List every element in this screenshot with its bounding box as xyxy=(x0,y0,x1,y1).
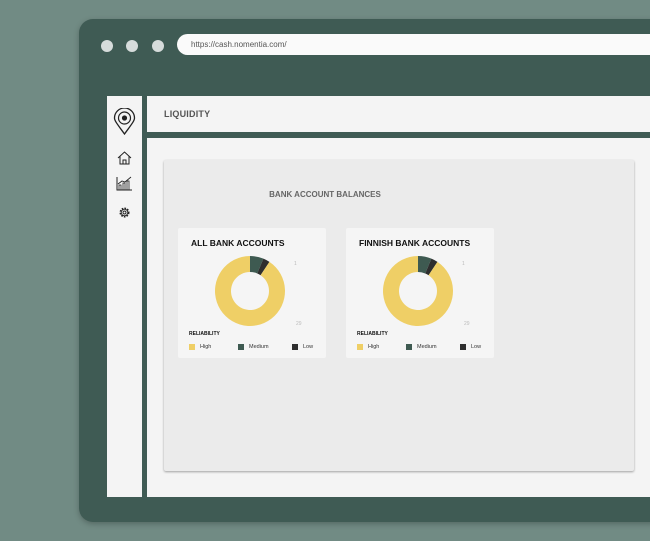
legend-item-low: Low xyxy=(292,344,313,351)
legend-label-low: Low xyxy=(471,344,482,350)
legend-item-low: Low xyxy=(460,344,481,351)
legend-item-medium: Medium xyxy=(406,344,437,351)
legend-title: RELIABILITY xyxy=(357,331,388,337)
legend-label-medium: Medium xyxy=(249,344,269,350)
legend-title: RELIABILITY xyxy=(189,331,220,337)
chart-tick-bottom: 29 xyxy=(296,321,302,327)
donut-chart[interactable] xyxy=(382,255,454,327)
legend-label-high: High xyxy=(200,344,212,350)
window-minimize-dot[interactable] xyxy=(126,40,138,52)
legend-swatch-medium xyxy=(238,344,244,350)
legend-label-low: Low xyxy=(303,344,314,350)
legend-item-medium: Medium xyxy=(238,344,269,351)
address-bar[interactable]: https://cash.nomentia.com/ xyxy=(177,34,650,55)
panel-title: BANK ACCOUNT BALANCES xyxy=(269,190,381,199)
window-close-dot[interactable] xyxy=(101,40,113,52)
window-maximize-dot[interactable] xyxy=(152,40,164,52)
legend-label-high: High xyxy=(368,344,380,350)
donut-slice-high[interactable] xyxy=(383,256,453,326)
sidebar xyxy=(107,96,142,497)
page-header: LIQUIDITY xyxy=(147,96,650,132)
card-finnish-bank-accounts[interactable]: FINNISH BANK ACCOUNTS 1 29 RELIABILITY H… xyxy=(346,228,494,358)
page-title: LIQUIDITY xyxy=(164,109,211,119)
logo-pin-icon[interactable] xyxy=(113,108,136,135)
legend-swatch-medium xyxy=(406,344,412,350)
chart-tick-top: 1 xyxy=(462,261,465,267)
gear-icon[interactable] xyxy=(118,206,131,219)
donut-chart[interactable] xyxy=(214,255,286,327)
donut-slice-high[interactable] xyxy=(215,256,285,326)
card-title: ALL BANK ACCOUNTS xyxy=(191,238,285,248)
legend-item-high: High xyxy=(189,344,211,351)
legend-item-high: High xyxy=(357,344,379,351)
legend-swatch-low xyxy=(292,344,298,350)
home-icon[interactable] xyxy=(117,151,132,165)
legend-label-medium: Medium xyxy=(417,344,437,350)
legend-swatch-high xyxy=(189,344,195,350)
address-bar-url: https://cash.nomentia.com/ xyxy=(191,40,287,49)
chart-tick-top: 1 xyxy=(294,261,297,267)
chart-icon[interactable] xyxy=(116,176,133,191)
chart-tick-bottom: 29 xyxy=(464,321,470,327)
legend-swatch-high xyxy=(357,344,363,350)
card-title: FINNISH BANK ACCOUNTS xyxy=(359,238,471,248)
card-all-bank-accounts[interactable]: ALL BANK ACCOUNTS 1 29 RELIABILITY High … xyxy=(178,228,326,358)
legend-swatch-low xyxy=(460,344,466,350)
